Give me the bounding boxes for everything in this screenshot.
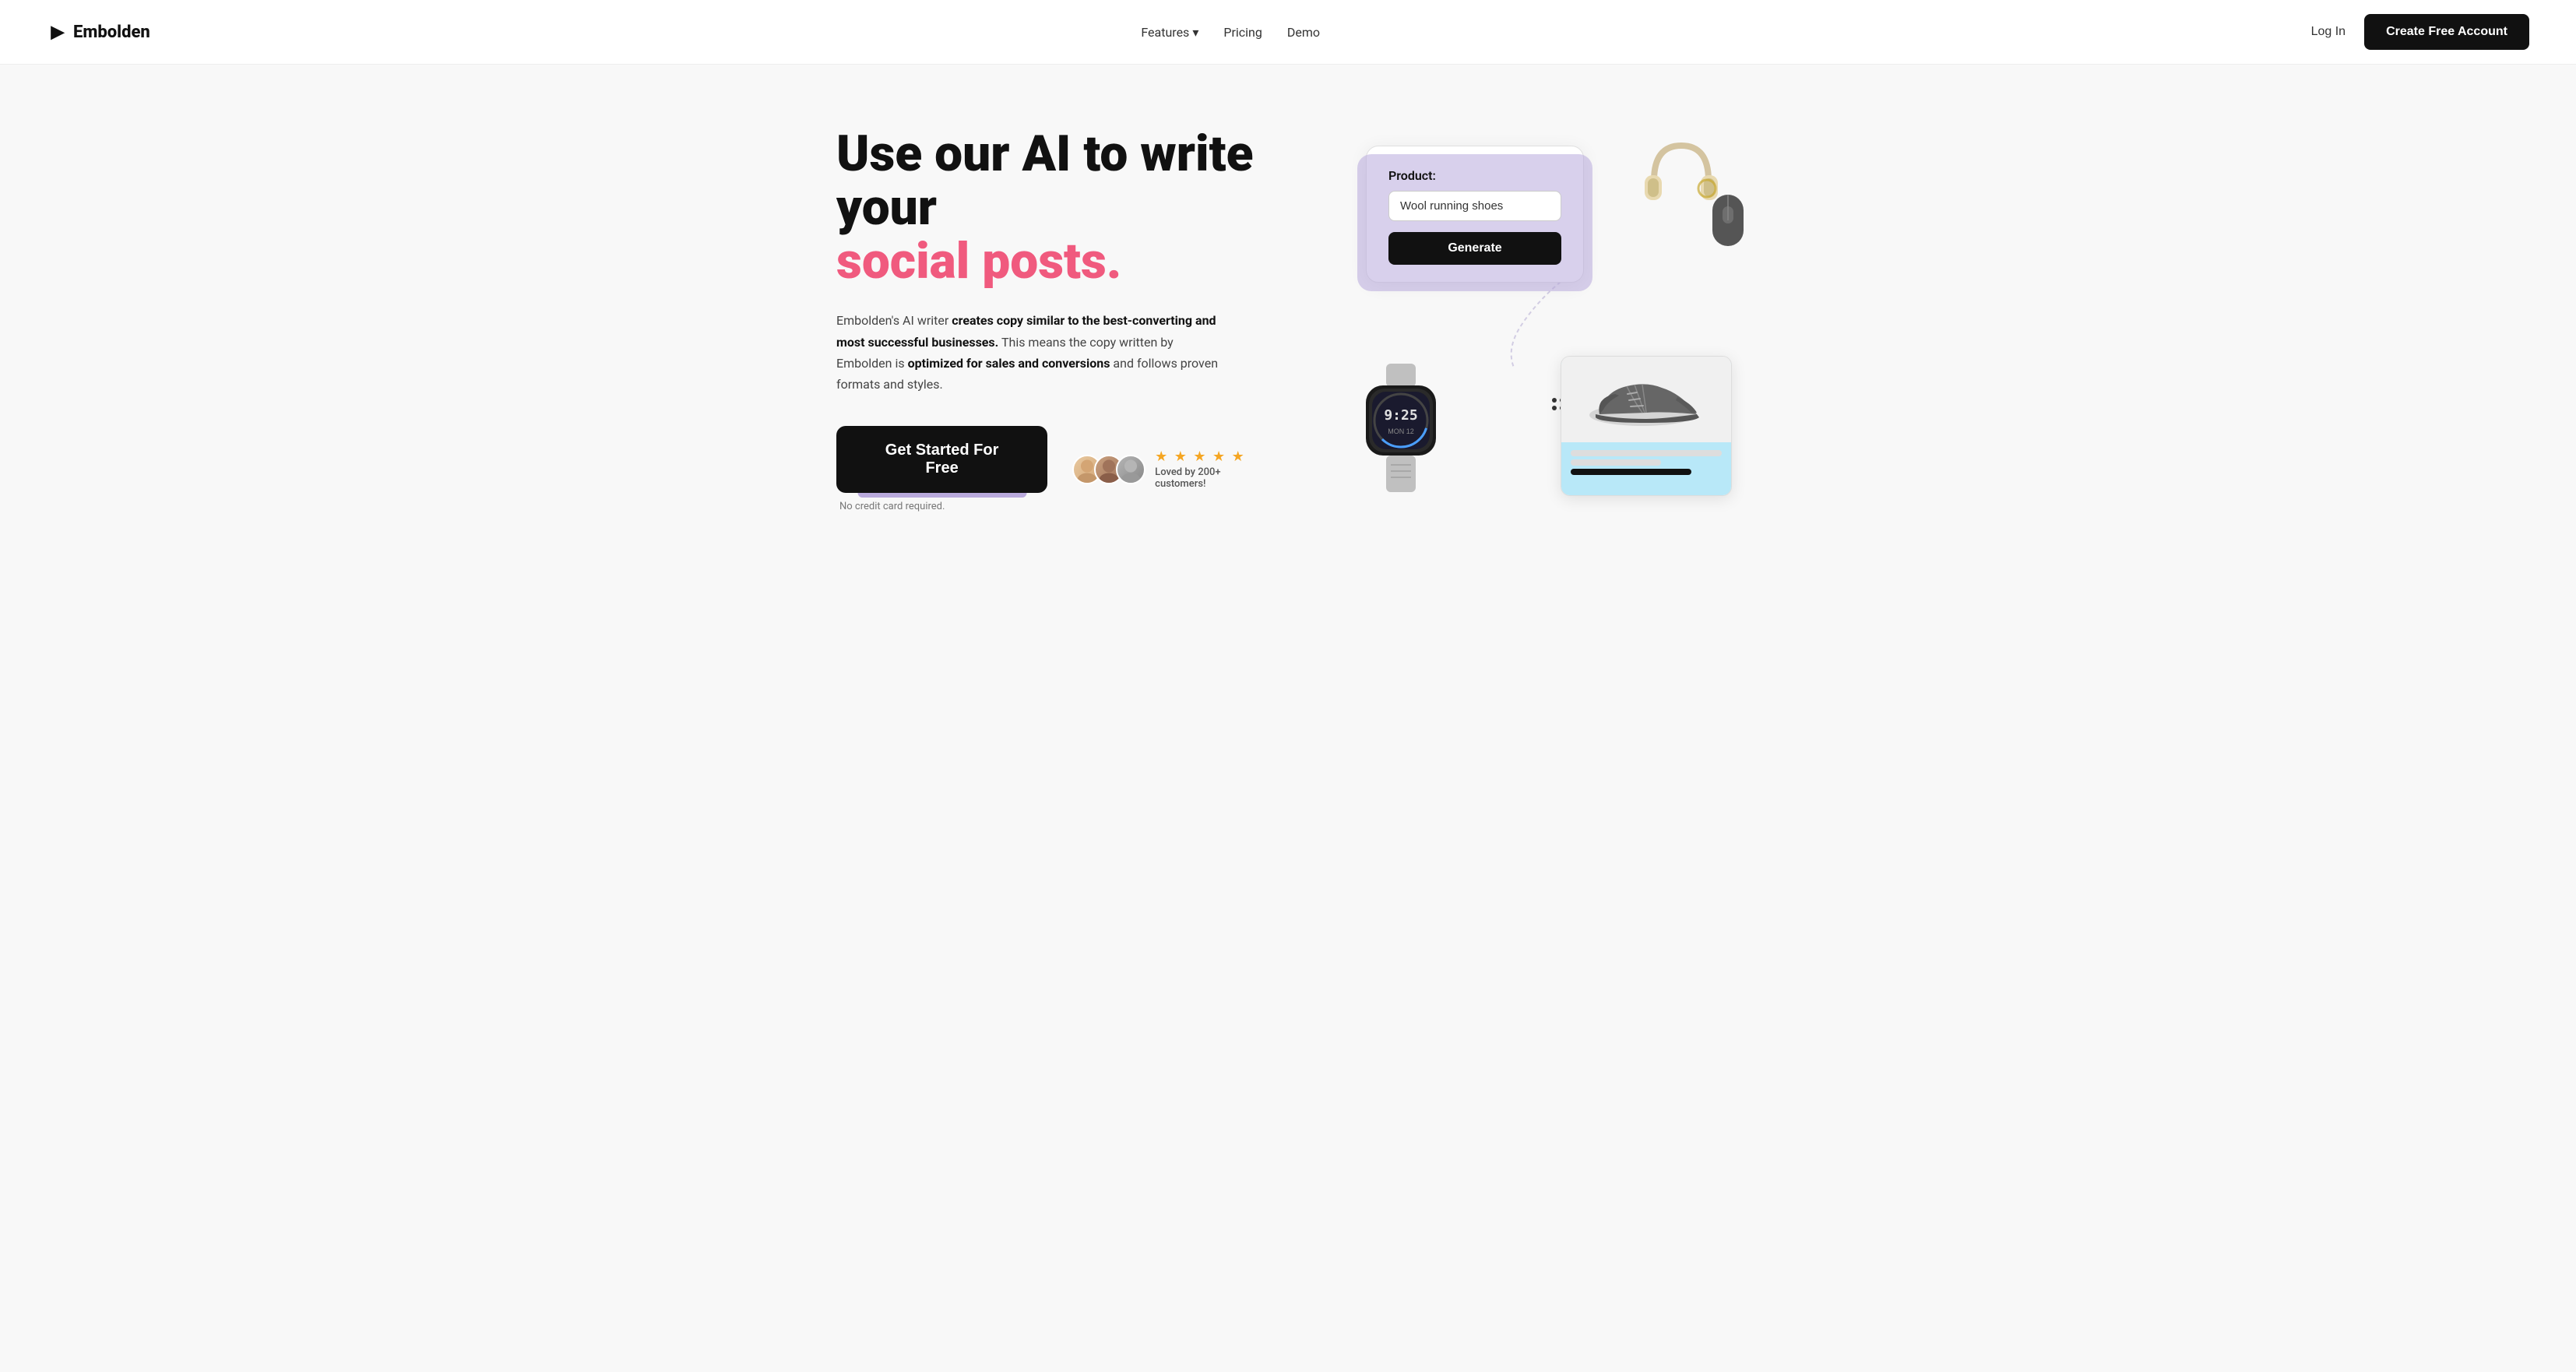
svg-text:MON 12: MON 12 [1388, 427, 1414, 435]
create-account-button[interactable]: Create Free Account [2364, 14, 2529, 50]
hero-title-line1: Use our AI to write [836, 125, 1253, 183]
hero-title-pink: social posts. [836, 232, 1121, 290]
product-label: Product: [1388, 168, 1561, 183]
shoe-card-content [1561, 442, 1731, 483]
nav-right: Log In Create Free Account [2311, 14, 2529, 50]
hero-title: Use our AI to write your social posts. [836, 127, 1272, 288]
hero-actions: Get Started For Free No credit card requ… [836, 426, 1272, 512]
decorative-curve [1506, 278, 1568, 371]
shoe-image-area [1561, 357, 1731, 442]
chevron-down-icon: ▾ [1192, 25, 1198, 40]
shoe-card [1561, 356, 1732, 496]
proof-text: ★ ★ ★ ★ ★ Loved by 200+ customers! [1155, 449, 1272, 490]
svg-text:9:25: 9:25 [1384, 407, 1417, 424]
shoe-line [1571, 459, 1661, 466]
nav-center: Features ▾ Pricing Demo [1141, 25, 1320, 40]
nav-pricing[interactable]: Pricing [1223, 25, 1262, 40]
logo-icon: ▶ [47, 21, 69, 43]
desc-normal-1: Embolden's AI writer [836, 313, 952, 328]
social-proof: ★ ★ ★ ★ ★ Loved by 200+ customers! [1072, 449, 1272, 490]
nav-features[interactable]: Features ▾ [1141, 25, 1198, 40]
shoe-cta-line [1571, 469, 1691, 475]
get-started-button[interactable]: Get Started For Free [836, 426, 1047, 493]
brand-name: Embolden [73, 23, 150, 42]
navbar: ▶ Embolden Features ▾ Pricing Demo Log I… [0, 0, 2576, 65]
hero-description: Embolden's AI writer creates copy simila… [836, 310, 1226, 395]
desc-bold-2: optimized for sales and conversions [908, 356, 1110, 371]
product-input[interactable] [1388, 191, 1561, 221]
star-rating: ★ ★ ★ ★ ★ [1155, 449, 1272, 465]
generate-button[interactable]: Generate [1388, 232, 1561, 265]
hero-section: Use our AI to write your social posts. E… [743, 65, 1833, 568]
no-credit-card-text: No credit card required. [839, 501, 1047, 512]
nav-demo[interactable]: Demo [1287, 25, 1320, 40]
product-card: Product: Generate [1366, 146, 1584, 283]
proof-label: Loved by 200+ customers! [1155, 466, 1272, 490]
hero-title-line2: your [836, 178, 937, 237]
hero-right: Product: Generate 9:25 MON 12 [1335, 146, 1740, 504]
smartwatch-decoration: 9:25 MON 12 [1350, 364, 1452, 488]
avatar [1116, 455, 1145, 484]
logo[interactable]: ▶ Embolden [47, 21, 150, 43]
shoe-line [1571, 450, 1722, 456]
login-button[interactable]: Log In [2311, 25, 2345, 39]
mouse-decoration [1710, 192, 1747, 247]
hero-left: Use our AI to write your social posts. E… [836, 127, 1272, 522]
avatars [1072, 455, 1145, 484]
